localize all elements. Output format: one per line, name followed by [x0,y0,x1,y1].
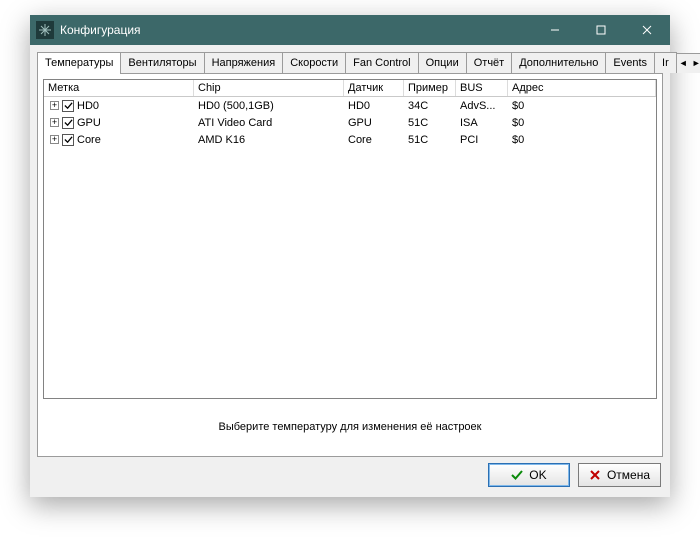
col-sensor[interactable]: Датчик [344,80,404,96]
tab-label: Вентиляторы [128,57,196,69]
cell-label: Core [77,134,101,146]
tab-scroll-right[interactable]: ► [690,54,700,73]
client-area: Температуры Вентиляторы Напряжения Скоро… [30,45,670,497]
tab-label: Дополнительно [519,57,598,69]
cancel-label: Отмена [607,468,650,482]
cell-sensor: HD0 [344,98,404,114]
close-button[interactable] [624,15,670,45]
tab-label: Скорости [290,57,338,69]
expand-icon[interactable]: + [50,101,59,110]
expand-icon[interactable]: + [50,118,59,127]
tab-fans[interactable]: Вентиляторы [120,52,204,73]
maximize-button[interactable] [578,15,624,45]
close-icon [589,469,601,481]
tab-panel: Метка Chip Датчик Пример BUS Адрес + HD0… [37,73,663,457]
cell-addr: $0 [508,98,656,114]
cell-label: HD0 [77,100,99,112]
tab-advanced[interactable]: Дополнительно [511,52,606,73]
tab-scroll: ◄ ► [676,53,700,73]
tab-label: Events [613,57,647,69]
cell-bus: ISA [456,115,508,131]
sensor-grid: Метка Chip Датчик Пример BUS Адрес + HD0… [43,79,657,399]
tab-label: Ir [662,57,669,69]
title-bar: Конфигурация [30,15,670,45]
row-checkbox[interactable] [62,100,74,112]
tab-strip: Температуры Вентиляторы Напряжения Скоро… [37,51,663,73]
col-sample[interactable]: Пример [404,80,456,96]
cancel-button[interactable]: Отмена [578,463,661,487]
row-checkbox[interactable] [62,117,74,129]
tab-fan-control[interactable]: Fan Control [345,52,418,73]
tab-scroll-left[interactable]: ◄ [677,54,690,73]
cell-label: GPU [77,117,101,129]
col-label[interactable]: Метка [44,80,194,96]
tab-events[interactable]: Events [605,52,655,73]
cell-sample: 51C [404,115,456,131]
minimize-button[interactable] [532,15,578,45]
window-frame: Конфигурация Температуры Вентиляторы Нап… [30,15,670,497]
tab-label: Температуры [45,57,113,69]
check-icon [511,469,523,481]
hint-text: Выберите температуру для изменения её на… [43,399,657,451]
cell-chip: HD0 (500,1GB) [194,98,344,114]
window-title: Конфигурация [60,23,532,37]
cell-sensor: Core [344,132,404,148]
grid-header-row: Метка Chip Датчик Пример BUS Адрес [44,80,656,97]
cell-addr: $0 [508,132,656,148]
tab-voltages[interactable]: Напряжения [204,52,284,73]
tab-label: Напряжения [212,57,276,69]
table-row[interactable]: + HD0 HD0 (500,1GB) HD0 34C AdvS... $0 [44,97,656,114]
cell-chip: ATI Video Card [194,115,344,131]
cell-addr: $0 [508,115,656,131]
cell-sample: 51C [404,132,456,148]
ok-label: OK [529,468,546,482]
expand-icon[interactable]: + [50,135,59,144]
tab-speeds[interactable]: Скорости [282,52,346,73]
table-row[interactable]: + GPU ATI Video Card GPU 51C ISA $0 [44,114,656,131]
tab-label: Отчёт [474,57,504,69]
cell-sample: 34C [404,98,456,114]
cell-bus: AdvS... [456,98,508,114]
tab-overflow[interactable]: Ir [654,52,677,73]
tab-report[interactable]: Отчёт [466,52,512,73]
ok-button[interactable]: OK [488,463,570,487]
tab-temperatures[interactable]: Температуры [37,52,121,74]
table-row[interactable]: + Core AMD K16 Core 51C PCI $0 [44,131,656,148]
tab-options[interactable]: Опции [418,52,467,73]
app-icon [36,21,54,39]
col-chip[interactable]: Chip [194,80,344,96]
cell-sensor: GPU [344,115,404,131]
cell-bus: PCI [456,132,508,148]
col-addr[interactable]: Адрес [508,80,656,96]
col-bus[interactable]: BUS [456,80,508,96]
row-checkbox[interactable] [62,134,74,146]
tab-label: Fan Control [353,57,410,69]
button-row: OK Отмена [37,457,663,489]
cell-chip: AMD K16 [194,132,344,148]
tab-label: Опции [426,57,459,69]
